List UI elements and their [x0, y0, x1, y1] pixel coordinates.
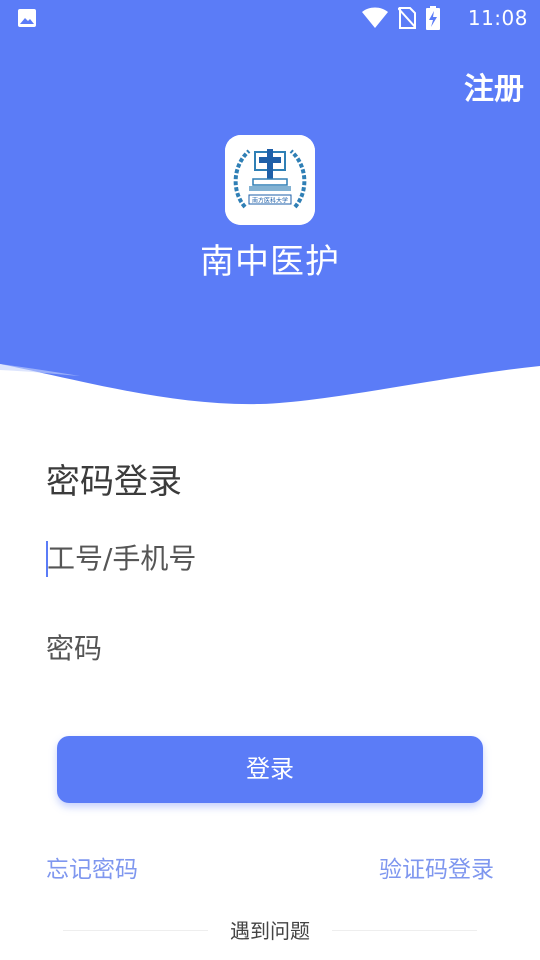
app-name: 南中医护 [200, 242, 340, 282]
app-logo: 南方医科大学 [225, 135, 315, 225]
status-bar: 11:08 [0, 0, 540, 36]
login-title: 密码登录 [46, 462, 182, 502]
forgot-password-link[interactable]: 忘记密码 [46, 850, 138, 884]
wifi-icon [362, 7, 388, 33]
password-input[interactable]: 密码 [46, 627, 494, 671]
password-placeholder: 密码 [46, 632, 103, 665]
battery-charging-icon [426, 6, 440, 34]
help-link[interactable]: 遇到问题 [63, 916, 477, 946]
account-placeholder: 工号/手机号 [47, 542, 197, 575]
register-button[interactable]: 注册 [464, 64, 524, 108]
no-sim-icon [397, 7, 417, 33]
help-section: 遇到问题 [63, 916, 477, 946]
login-button[interactable]: 登录 [57, 736, 483, 803]
sms-login-link[interactable]: 验证码登录 [379, 850, 494, 884]
gallery-icon [17, 8, 37, 32]
account-input[interactable]: 工号/手机号 [46, 537, 494, 581]
status-time: 11:08 [467, 6, 528, 30]
logo-text: 南方医科大学 [252, 197, 288, 205]
text-cursor [46, 541, 48, 577]
